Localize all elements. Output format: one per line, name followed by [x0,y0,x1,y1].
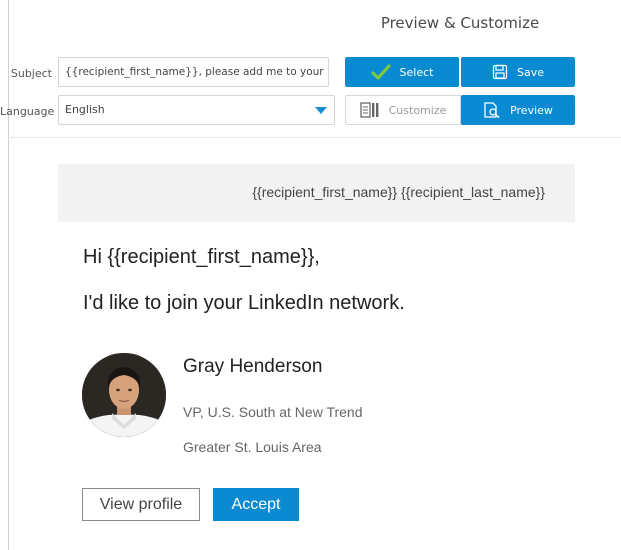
left-panel-divider [8,0,9,550]
check-icon [370,64,391,80]
select-button-label: Select [399,65,434,79]
email-preview-header: {{recipient_first_name}} {{recipient_las… [58,164,575,222]
profile-location: Greater St. Louis Area [183,439,322,455]
page-title: Preview & Customize [380,14,540,32]
avatar [82,353,166,437]
subject-input[interactable]: {{recipient_first_name}}, please add me … [58,57,329,87]
save-button[interactable]: Save [461,57,575,87]
chevron-down-icon [315,107,327,114]
preview-button-label: Preview [510,103,553,117]
preview-button[interactable]: Preview [461,95,575,125]
recipient-name-line: {{recipient_first_name}} {{recipient_las… [252,184,545,200]
save-button-label: Save [516,65,544,79]
save-disk-icon [492,64,508,80]
preview-icon [483,102,501,118]
language-select[interactable]: English [58,95,335,125]
profile-title: VP, U.S. South at New Trend [183,404,363,420]
language-value: English [65,103,105,116]
accept-button[interactable]: Accept [213,488,299,521]
subject-label: Subject [10,67,52,80]
toolbar-divider [8,137,621,138]
customize-button[interactable]: Customize [345,95,461,125]
email-greeting: Hi {{recipient_first_name}}, [83,246,320,268]
profile-name: Gray Henderson [183,356,323,377]
view-profile-button[interactable]: View profile [82,488,200,521]
email-message: I'd like to join your LinkedIn network. [83,292,405,314]
customize-button-label: Customize [388,103,447,117]
document-icon [359,102,380,118]
select-button[interactable]: Select [345,57,459,87]
language-label: Language [0,105,55,118]
